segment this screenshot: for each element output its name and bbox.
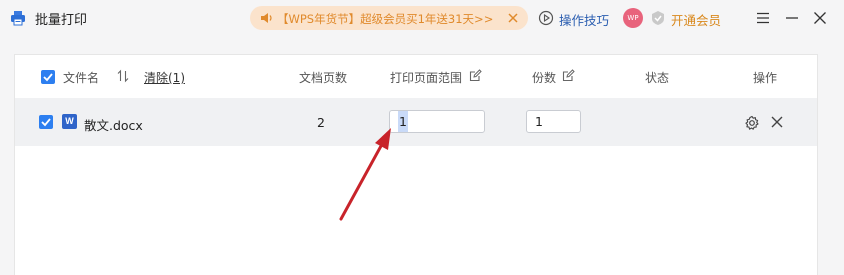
column-status: 状态	[645, 71, 670, 85]
column-actions: 操作	[753, 71, 778, 85]
word-file-icon: W	[62, 114, 77, 129]
copies-input[interactable]: 1	[526, 110, 581, 133]
avatar[interactable]: WP	[623, 8, 643, 28]
promo-banner[interactable]: 【WPS年货节】超级会员买1年送31天>>	[250, 6, 528, 30]
page-count: 2	[317, 115, 325, 130]
play-circle-icon	[538, 10, 554, 26]
select-all-checkbox[interactable]	[41, 70, 55, 84]
vip-icon	[652, 11, 664, 25]
promo-text[interactable]: 【WPS年货节】超级会员买1年送31天>>	[277, 11, 493, 27]
edit-range-icon[interactable]	[469, 69, 482, 82]
title-bar: 批量打印 【WPS年货节】超级会员买1年送31天>> 操作技巧 WP 开通会员	[0, 0, 844, 36]
column-copies: 份数	[532, 71, 557, 85]
table-row[interactable]: W 散文.docx 2 1 1	[15, 98, 817, 146]
printer-icon	[11, 11, 25, 26]
row-checkbox[interactable]	[39, 115, 53, 129]
promo-close-icon[interactable]	[506, 11, 520, 25]
tips-label[interactable]: 操作技巧	[559, 10, 609, 29]
print-range-input[interactable]: 1	[389, 110, 485, 133]
edit-copies-icon[interactable]	[562, 69, 575, 82]
vip-link[interactable]: 开通会员	[671, 10, 721, 29]
menu-icon[interactable]	[754, 9, 772, 27]
remove-row-icon[interactable]	[770, 115, 784, 129]
print-range-value: 1	[398, 111, 408, 132]
app-title: 批量打印	[35, 13, 88, 28]
file-table: 文件名 清除(1) 文档页数 打印页面范围 份数 状态 操作 W 散文.docx…	[14, 54, 818, 275]
speaker-icon	[261, 13, 272, 23]
column-pages: 文档页数	[299, 71, 348, 85]
file-name: 散文.docx	[84, 118, 143, 133]
sort-icon[interactable]	[117, 69, 129, 83]
gear-icon[interactable]	[744, 115, 760, 131]
table-header: 文件名 清除(1) 文档页数 打印页面范围 份数 状态 操作	[15, 55, 817, 98]
clear-link[interactable]: 清除(1)	[144, 69, 185, 86]
column-filename: 文件名	[63, 71, 100, 85]
minimize-icon[interactable]	[783, 9, 801, 27]
close-window-icon[interactable]	[811, 9, 829, 27]
column-print-range: 打印页面范围	[390, 71, 463, 85]
